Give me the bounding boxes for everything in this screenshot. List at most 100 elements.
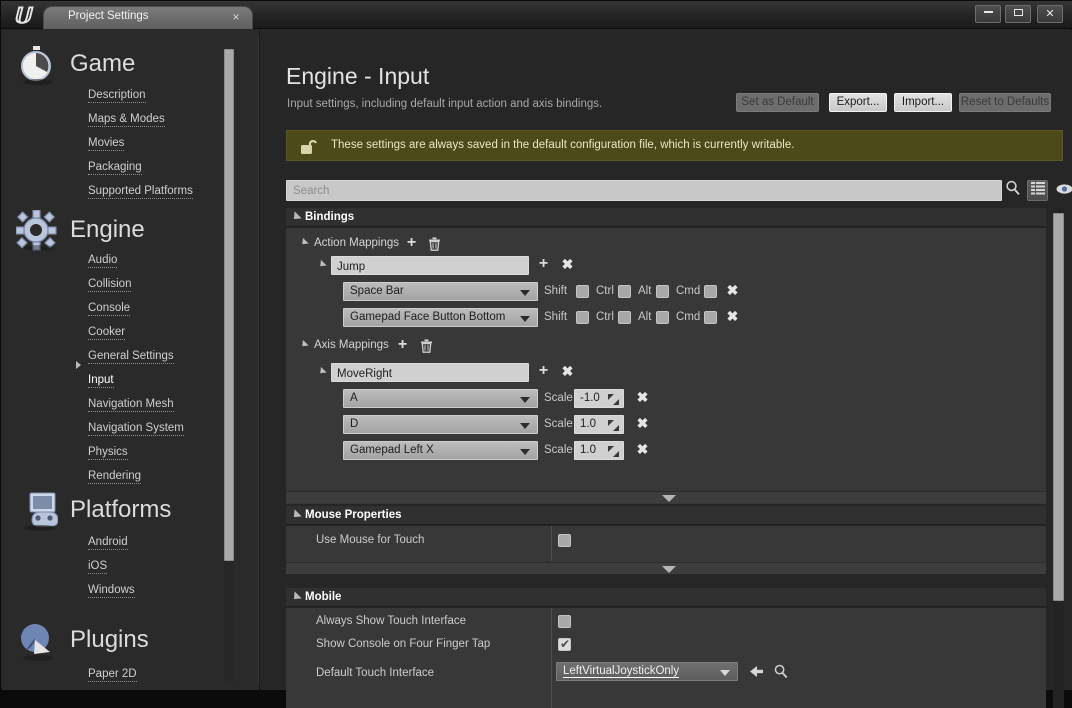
- action-name-field[interactable]: [331, 256, 529, 276]
- scale-spinner[interactable]: 1.0: [574, 441, 624, 460]
- section-header-mobile[interactable]: Mobile: [286, 588, 1046, 607]
- sidebar-item-audio[interactable]: Audio: [88, 254, 118, 268]
- settings-category-sidebar[interactable]: Game Description Maps & Modes Movies Pac…: [2, 30, 260, 690]
- maximize-button[interactable]: [1005, 5, 1031, 23]
- sidebar-item-input[interactable]: Input: [88, 374, 114, 388]
- remove-key-button[interactable]: ✖: [636, 416, 649, 430]
- drag-handle-icon[interactable]: [608, 420, 619, 431]
- key-selector-combo[interactable]: Space Bar: [343, 282, 538, 301]
- expand-more-bindings-bar[interactable]: [286, 491, 1046, 503]
- group-action-mappings[interactable]: Action Mappings +: [286, 234, 1046, 254]
- modifier-label-cmd: Cmd: [676, 311, 701, 323]
- show-console-four-finger-tap-checkbox[interactable]: [558, 637, 571, 651]
- section-label: Mouse Properties: [305, 509, 402, 521]
- sidebar-item-windows[interactable]: Windows: [88, 584, 135, 598]
- browse-to-asset-button[interactable]: [773, 664, 789, 684]
- section-header-mouse-properties[interactable]: Mouse Properties: [286, 506, 1046, 525]
- add-axis-mapping-button[interactable]: +: [396, 337, 409, 353]
- modifier-checkbox-alt[interactable]: [656, 311, 669, 324]
- chevron-down-icon: [290, 591, 302, 603]
- export-button[interactable]: Export...: [829, 93, 887, 112]
- property-label: Default Touch Interface: [316, 667, 435, 679]
- group-axis-mappings[interactable]: Axis Mappings +: [286, 336, 1046, 356]
- drag-handle-icon[interactable]: [608, 446, 619, 457]
- sidebar-item-navigation-mesh[interactable]: Navigation Mesh: [88, 398, 174, 412]
- trash-icon: [429, 237, 440, 251]
- key-selector-combo[interactable]: Gamepad Left X: [343, 441, 538, 460]
- close-icon[interactable]: ×: [230, 10, 242, 25]
- axis-name-input[interactable]: [332, 365, 528, 383]
- delete-axis-mappings-button[interactable]: [420, 339, 433, 353]
- remove-key-button[interactable]: ✖: [726, 309, 739, 323]
- use-selected-asset-button[interactable]: [748, 664, 764, 684]
- minimize-button[interactable]: [975, 5, 1001, 23]
- sidebar-item-description[interactable]: Description: [88, 89, 146, 103]
- sidebar-item-paper-2d[interactable]: Paper 2D: [88, 668, 137, 682]
- add-key-button[interactable]: +: [537, 256, 550, 272]
- set-as-default-button[interactable]: Set as Default: [736, 93, 819, 112]
- remove-axis-button[interactable]: ✖: [561, 364, 574, 378]
- reset-to-defaults-button[interactable]: Reset to Defaults: [959, 93, 1051, 112]
- import-button[interactable]: Import...: [894, 93, 952, 112]
- sidebar-item-collision[interactable]: Collision: [88, 278, 132, 292]
- eye-icon: [1056, 184, 1072, 194]
- action-name-input[interactable]: [332, 258, 528, 276]
- window-close-button[interactable]: ✕: [1037, 5, 1063, 23]
- search-field[interactable]: [286, 180, 1002, 201]
- sidebar-item-maps-modes[interactable]: Maps & Modes: [88, 113, 165, 127]
- search-go-button[interactable]: [1002, 180, 1024, 201]
- always-show-touch-interface-checkbox[interactable]: [558, 615, 571, 628]
- modifier-checkbox-shift[interactable]: [576, 285, 589, 298]
- sidebar-item-rendering[interactable]: Rendering: [88, 470, 142, 484]
- remove-key-button[interactable]: ✖: [636, 442, 649, 456]
- scale-spinner[interactable]: 1.0: [574, 415, 624, 434]
- sidebar-item-navigation-system[interactable]: Navigation System: [88, 422, 184, 436]
- modifier-checkbox-ctrl[interactable]: [618, 285, 631, 298]
- modifier-checkbox-cmd[interactable]: [704, 311, 717, 324]
- sidebar-item-general-settings[interactable]: General Settings: [88, 350, 174, 364]
- remove-key-button[interactable]: ✖: [726, 283, 739, 297]
- key-selector-combo[interactable]: D: [343, 415, 538, 434]
- add-key-button[interactable]: +: [537, 363, 550, 379]
- property-row-default-touch-interface: Default Touch Interface LeftVirtualJoyst…: [286, 662, 1046, 688]
- scale-spinner[interactable]: -1.0: [574, 389, 624, 408]
- view-options-button[interactable]: ▾: [1053, 180, 1072, 201]
- section-header-bindings[interactable]: Bindings: [286, 208, 1046, 227]
- default-touch-interface-asset-picker[interactable]: LeftVirtualJoystickOnly: [556, 662, 738, 681]
- list-view-toggle-button[interactable]: [1027, 180, 1048, 201]
- sidebar-item-supported-platforms[interactable]: Supported Platforms: [88, 185, 193, 199]
- add-action-mapping-button[interactable]: +: [405, 235, 418, 251]
- expand-more-mouse-bar[interactable]: [286, 562, 1046, 574]
- axis-name-field[interactable]: [331, 363, 529, 383]
- modifier-checkbox-ctrl[interactable]: [618, 311, 631, 324]
- sidebar-item-packaging[interactable]: Packaging: [88, 161, 142, 175]
- maximize-icon: [1013, 9, 1023, 16]
- remove-action-button[interactable]: ✖: [561, 257, 574, 271]
- key-selector-combo[interactable]: A: [343, 389, 538, 408]
- chevron-down-icon[interactable]: [317, 259, 327, 270]
- detail-scrollbar-thumb[interactable]: [1053, 213, 1064, 601]
- delete-action-mappings-button[interactable]: [428, 237, 441, 251]
- sidebar-category-title: Platforms: [70, 496, 172, 523]
- gamepad-monitor-icon: [24, 492, 58, 531]
- key-value: Gamepad Left X: [350, 444, 434, 456]
- axis-key-row: Gamepad Left X Scale 1.0 ✖: [286, 441, 1046, 461]
- sidebar-item-physics[interactable]: Physics: [88, 446, 128, 460]
- use-mouse-for-touch-checkbox[interactable]: [558, 534, 571, 547]
- sidebar-item-cooker[interactable]: Cooker: [88, 326, 126, 340]
- sidebar-item-ios[interactable]: iOS: [88, 560, 108, 574]
- sidebar-item-console[interactable]: Console: [88, 302, 131, 316]
- sidebar-scrollbar-thumb[interactable]: [224, 49, 234, 561]
- drag-handle-icon[interactable]: [608, 394, 619, 405]
- search-input[interactable]: [287, 181, 1001, 201]
- sidebar-item-android[interactable]: Android: [88, 536, 128, 550]
- sidebar-item-movies[interactable]: Movies: [88, 137, 125, 151]
- modifier-checkbox-alt[interactable]: [656, 285, 669, 298]
- tab-project-settings[interactable]: Project Settings ×: [43, 6, 253, 29]
- modifier-checkbox-shift[interactable]: [576, 311, 589, 324]
- sidebar-category-title: Engine: [70, 216, 145, 243]
- remove-key-button[interactable]: ✖: [636, 390, 649, 404]
- chevron-down-icon[interactable]: [317, 366, 327, 377]
- modifier-checkbox-cmd[interactable]: [704, 285, 717, 298]
- key-selector-combo[interactable]: Gamepad Face Button Bottom: [343, 308, 538, 327]
